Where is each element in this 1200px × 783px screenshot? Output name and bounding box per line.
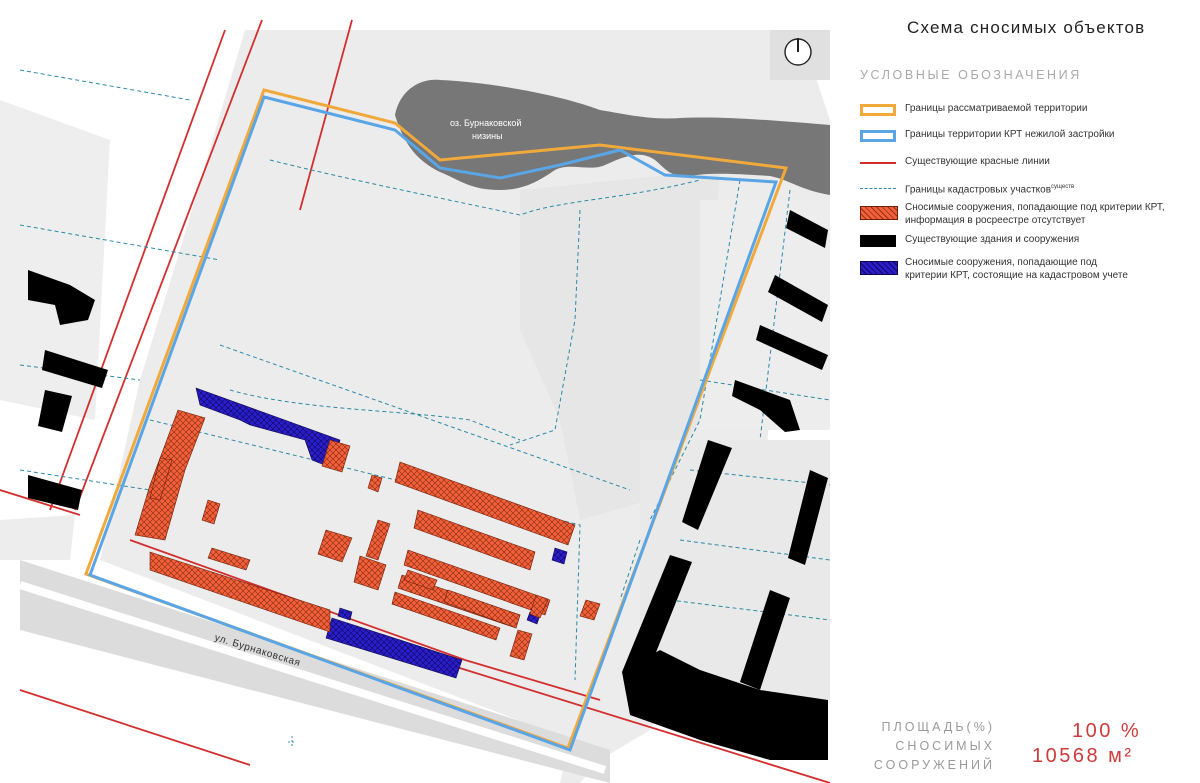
red-line-swatch — [860, 162, 896, 164]
legend-label-sup: существ — [1051, 184, 1075, 190]
stats-label: ПЛОЩАДЬ(%) СНОСИМЫХ СООРУЖЕНИЙ — [873, 720, 995, 772]
cadastral-swatch — [860, 188, 896, 189]
legend-label: Границы территории КРТ нежилой застройки — [905, 129, 1115, 140]
legend-item-demolish-registered: Сносимые сооружения, попадающие под крит… — [860, 256, 1190, 286]
legend-label: Сносимые сооружения, попадающие под крит… — [905, 202, 1165, 226]
study-area-swatch — [860, 104, 896, 116]
north-arrow-icon — [784, 38, 812, 66]
legend-item-demolish-unregistered: Сносимые сооружения, попадающие под крит… — [860, 201, 1190, 231]
legend-label: Существующие здания и сооружения — [905, 234, 1080, 245]
legend-heading: УСЛОВНЫЕ ОБОЗНАЧЕНИЯ — [860, 68, 1082, 82]
black-fill-swatch — [860, 235, 896, 247]
blue-hatch-swatch — [860, 261, 898, 275]
lake-label-line2: низины — [472, 131, 503, 141]
orange-hatch-swatch — [860, 206, 898, 220]
legend-label: Сносимые сооружения, попадающие под крит… — [905, 257, 1128, 281]
legend-label: Границы кадастровых участков — [905, 184, 1052, 196]
legend-label: Существующие красные линии — [905, 156, 1050, 167]
legend-item-krt-area: Границы территории КРТ нежилой застройки — [860, 128, 1190, 158]
legend-label: Границы рассматриваемой территории — [905, 103, 1088, 114]
stats-area: 10568 м² — [1032, 745, 1134, 767]
krt-area-swatch — [860, 130, 896, 142]
page-title: Схема сносимых объектов — [907, 18, 1146, 37]
site-map: оз. Бурнаковской низины ул. Бурнаковская — [0, 0, 830, 783]
lake-label: оз. Бурнаковской — [450, 118, 521, 128]
stats-percent: 100 % — [1072, 720, 1142, 742]
legend-panel: Схема сносимых объектов УСЛОВНЫЕ ОБОЗНАЧ… — [840, 0, 1195, 783]
